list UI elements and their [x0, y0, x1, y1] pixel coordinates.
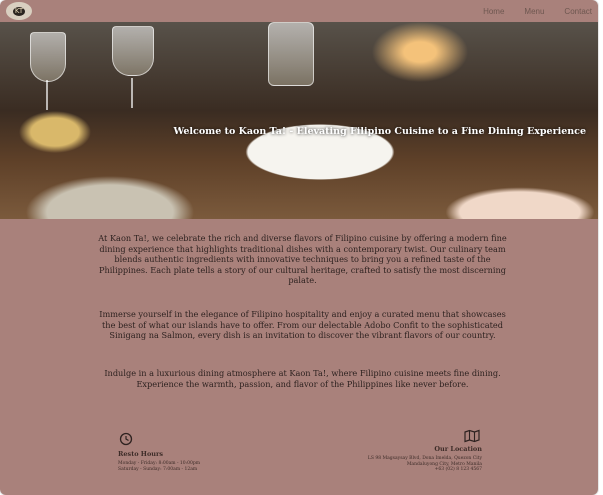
hours-title: Resto Hours: [118, 450, 164, 458]
location-title: Our Location: [434, 445, 482, 453]
nav-link-menu[interactable]: Menu: [524, 7, 544, 16]
menu-paragraph: Immerse yourself in the elegance of Fili…: [99, 309, 506, 340]
intro-paragraph: At Kaon Ta!, we celebrate the rich and d…: [98, 233, 507, 285]
location-phone: +63 (02) 8 123 4567: [434, 467, 482, 472]
top-nav: KT Home Menu Contact: [0, 0, 598, 22]
water-glass: [268, 22, 314, 86]
hours-weekend: Saturday - Sunday: 7:00am - 12am: [118, 466, 198, 472]
glass-stem-center: [131, 78, 133, 108]
nav-link-contact[interactable]: Contact: [564, 7, 592, 16]
footer-hours: Resto Hours Monday - Friday: 8:00am - 10…: [118, 432, 248, 472]
clock-icon: [119, 432, 133, 446]
wine-glass-center: [112, 26, 154, 76]
wine-glass-left: [30, 32, 66, 82]
hero-image: Welcome to Kaon Ta! - Elevating Filipino…: [0, 22, 598, 219]
page-frame: KT Home Menu Contact Welcome to Kaon Ta!…: [0, 0, 598, 495]
logo-mark-icon: KT: [13, 6, 25, 16]
nav-links: Home Menu Contact: [483, 7, 592, 16]
glass-stem-left: [46, 80, 48, 110]
hero-title: Welcome to Kaon Ta! - Elevating Filipino…: [173, 126, 586, 137]
atmosphere-paragraph: Indulge in a luxurious dining atmosphere…: [104, 368, 501, 389]
logo[interactable]: KT: [6, 2, 32, 20]
nav-link-home[interactable]: Home: [483, 7, 504, 16]
footer-location: Our Location LS 98 Magsaysay Blvd, Dona …: [330, 429, 482, 473]
map-icon: [464, 429, 480, 443]
